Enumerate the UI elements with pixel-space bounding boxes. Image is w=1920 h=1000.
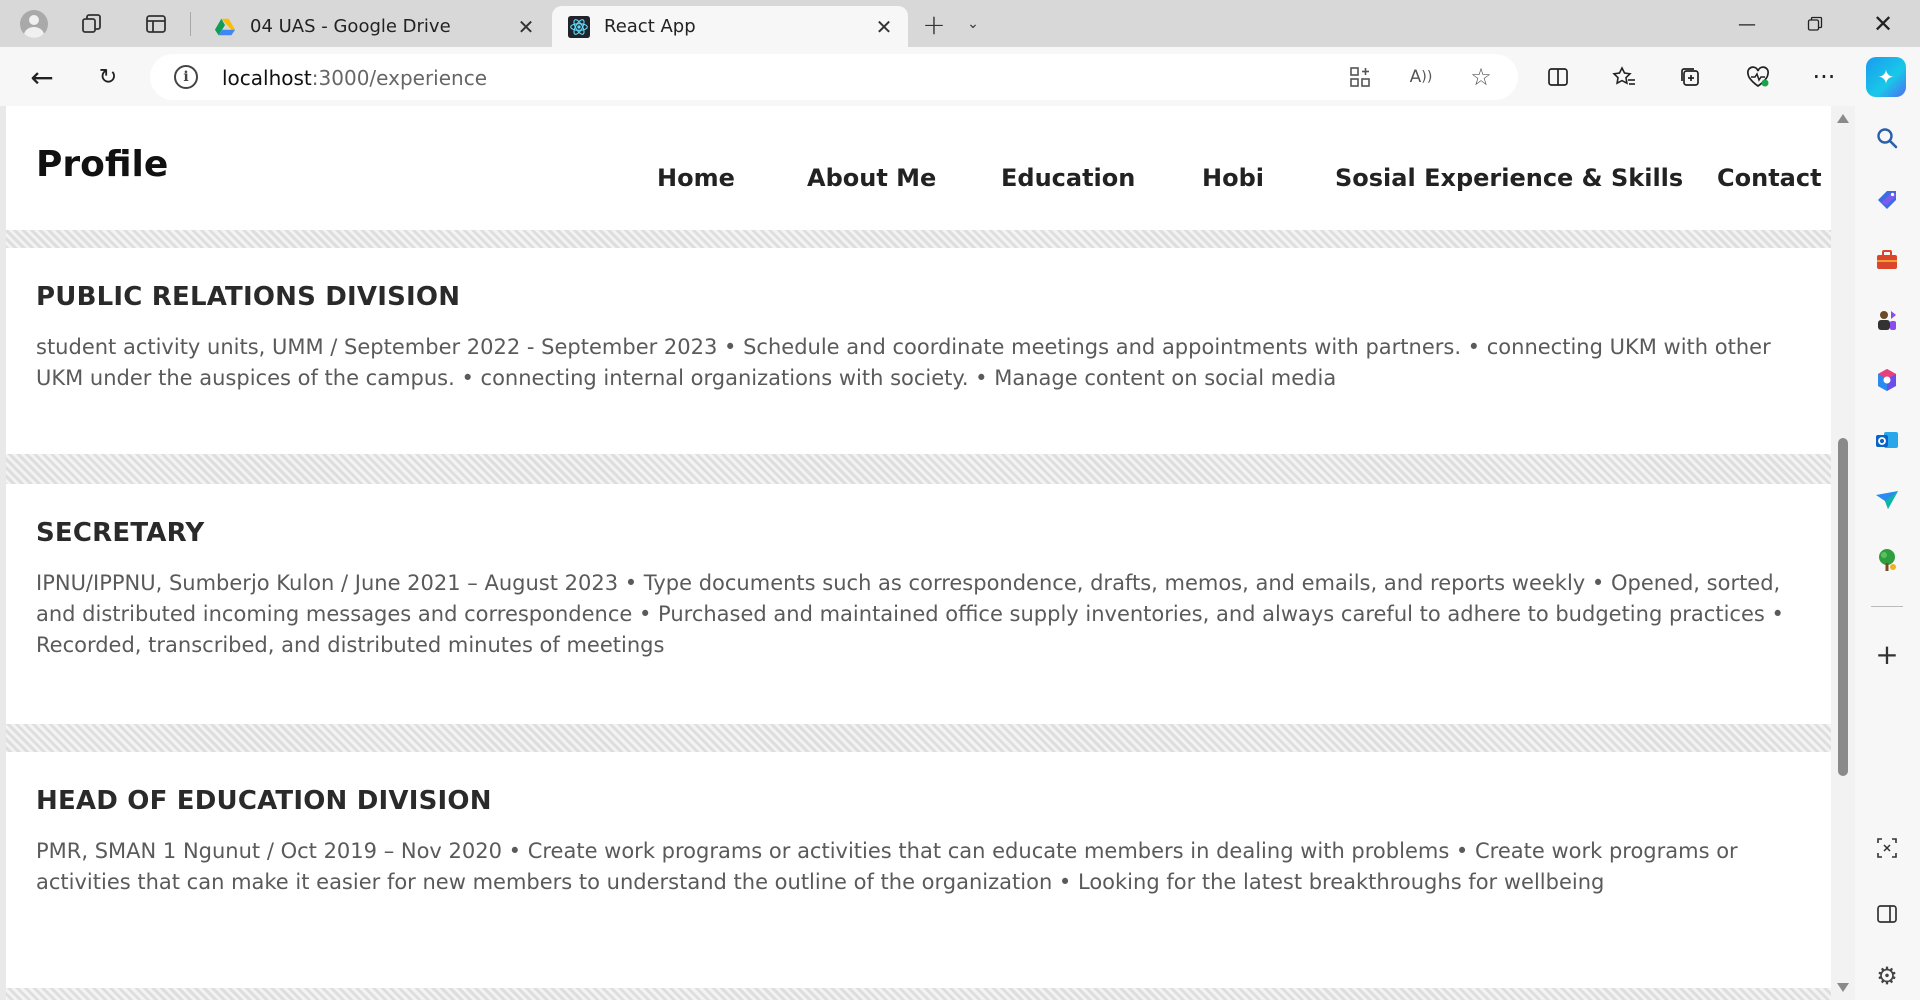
react-icon	[568, 15, 590, 38]
nav-link-contact[interactable]: Contact	[1717, 164, 1822, 196]
sidebar-divider	[1871, 606, 1903, 607]
close-tab-icon[interactable]: ✕	[510, 11, 542, 43]
vertical-tabs-icon[interactable]	[140, 8, 172, 40]
url-text[interactable]: localhost:3000/experience	[222, 66, 487, 90]
back-arrow-icon[interactable]: ←	[24, 59, 60, 95]
new-tab-icon[interactable]: +	[918, 8, 950, 41]
nav-link-education[interactable]: Education	[1001, 164, 1135, 196]
games-icon[interactable]	[1869, 302, 1905, 338]
search-icon[interactable]	[1869, 120, 1905, 156]
close-window-icon[interactable]: ✕	[1858, 8, 1908, 40]
outlook-icon[interactable]	[1869, 422, 1905, 458]
nav-link-about-me[interactable]: About Me	[807, 164, 936, 196]
tab-title: React App	[604, 16, 696, 37]
tree-icon[interactable]	[1869, 542, 1905, 578]
read-aloud-icon[interactable]: A))	[1405, 61, 1437, 93]
experience-description: student activity units, UMM / September …	[36, 335, 1771, 390]
browser-toolbar: ← ↻ i localhost:3000/experience A)) ☆ ··…	[0, 47, 1920, 106]
favorite-star-icon[interactable]: ☆	[1465, 61, 1497, 93]
collections-icon[interactable]	[1672, 59, 1708, 95]
scrollbar-thumb[interactable]	[1838, 438, 1848, 776]
tab-list-chevron-down-icon[interactable]: ⌄	[957, 8, 989, 40]
experience-title: HEAD OF EDUCATION DIVISION	[36, 786, 492, 816]
scroll-up-arrow-icon[interactable]	[1837, 114, 1849, 123]
profile-avatar-icon[interactable]	[18, 8, 50, 40]
vertical-scrollbar[interactable]	[1831, 106, 1855, 1000]
experience-card: PUBLIC RELATIONS DIVISION student activi…	[6, 248, 1831, 454]
gear-icon[interactable]: ⚙	[1869, 958, 1905, 994]
hide-sidebar-icon[interactable]	[1869, 896, 1905, 932]
minimize-window-icon[interactable]: —	[1722, 8, 1772, 40]
microsoft-365-icon[interactable]	[1869, 362, 1905, 398]
more-options-icon[interactable]: ···	[1806, 59, 1842, 95]
screenshot-icon[interactable]	[1869, 830, 1905, 866]
tab-title: 04 UAS - Google Drive	[250, 16, 451, 37]
experience-title: SECRETARY	[36, 518, 205, 548]
nav-link-home[interactable]: Home	[657, 164, 735, 196]
google-drive-icon	[214, 18, 236, 35]
site-header: Profile Home About Me Education Hobi Sos…	[6, 106, 1831, 230]
experience-title: PUBLIC RELATIONS DIVISION	[36, 282, 461, 312]
experience-card: HEAD OF EDUCATION DIVISION PMR, SMAN 1 N…	[6, 752, 1831, 988]
tab-google-drive[interactable]: 04 UAS - Google Drive ✕	[198, 6, 550, 47]
add-sidebar-app-icon[interactable]: +	[1869, 636, 1905, 672]
reload-icon[interactable]: ↻	[90, 59, 126, 95]
restore-window-icon[interactable]	[1790, 8, 1840, 40]
experience-description: IPNU/IPPNU, Sumberjo Kulon / June 2021 –…	[36, 571, 1784, 657]
browser-tab-strip: 04 UAS - Google Drive ✕ React App ✕ + ⌄ …	[0, 0, 1920, 47]
drop-send-icon[interactable]	[1869, 482, 1905, 518]
experience-description: PMR, SMAN 1 Ngunut / Oct 2019 – Nov 2020…	[36, 839, 1738, 894]
workspaces-icon[interactable]	[76, 8, 108, 40]
browser-essentials-icon[interactable]	[1740, 59, 1776, 95]
app-available-icon[interactable]	[1344, 61, 1376, 93]
toolbox-icon[interactable]	[1869, 242, 1905, 278]
url-host: localhost	[222, 66, 312, 90]
copilot-icon[interactable]: ✦	[1866, 57, 1906, 97]
tab-react-app[interactable]: React App ✕	[552, 6, 908, 47]
split-screen-icon[interactable]	[1540, 59, 1576, 95]
nav-link-hobi[interactable]: Hobi	[1202, 164, 1264, 196]
address-bar[interactable]: i localhost:3000/experience A)) ☆	[150, 54, 1518, 100]
shopping-tag-icon[interactable]	[1869, 182, 1905, 218]
experience-card: SECRETARY IPNU/IPPNU, Sumberjo Kulon / J…	[6, 484, 1831, 724]
scroll-down-arrow-icon[interactable]	[1837, 983, 1849, 992]
nav-link-social-experience[interactable]: Sosial Experience & Skills	[1335, 164, 1683, 196]
edge-sidebar: + ⚙	[1855, 106, 1920, 1000]
close-tab-icon[interactable]: ✕	[868, 11, 900, 43]
favorites-icon[interactable]	[1606, 59, 1642, 95]
page-viewport: Profile Home About Me Education Hobi Sos…	[6, 106, 1855, 1000]
url-path: :3000/experience	[311, 66, 488, 90]
tab-strip-divider	[190, 12, 191, 36]
site-info-icon[interactable]: i	[174, 65, 198, 89]
site-brand[interactable]: Profile	[36, 144, 168, 185]
